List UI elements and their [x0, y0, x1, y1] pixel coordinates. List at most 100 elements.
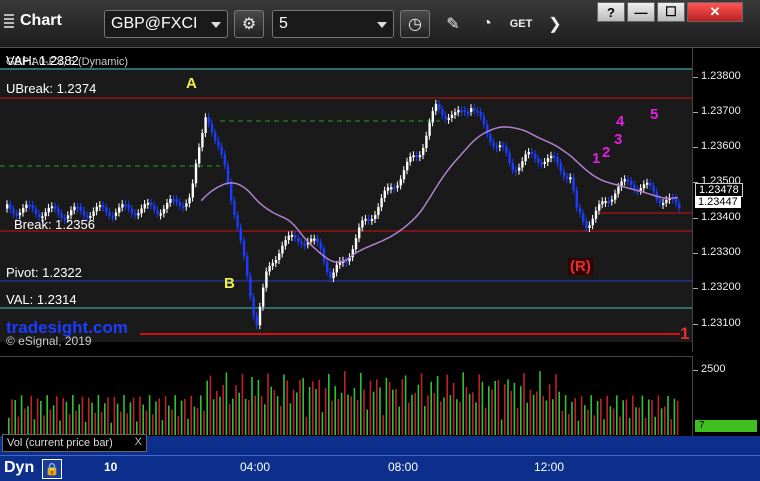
candle	[18, 212, 22, 216]
maximize-button[interactable]: ☐	[657, 2, 685, 22]
candle	[537, 158, 540, 163]
volume-bar	[446, 374, 448, 435]
volume-bar	[657, 395, 660, 435]
volume-bar	[404, 375, 407, 435]
volume-bar	[200, 395, 202, 435]
chevron-down-icon[interactable]	[211, 22, 221, 28]
volume-bar	[299, 379, 301, 435]
volume-bar	[433, 393, 436, 435]
candle	[70, 210, 73, 216]
volume-bar	[462, 372, 464, 435]
volume-bar	[510, 390, 512, 435]
candle	[332, 272, 335, 279]
volume-bar	[43, 415, 45, 435]
volume-bar	[430, 381, 432, 435]
volume-bar	[632, 395, 634, 435]
volume-bar	[603, 419, 605, 435]
minimize-button[interactable]: —	[627, 2, 655, 22]
help-button[interactable]: ?	[597, 2, 625, 22]
candle	[406, 161, 409, 171]
volume-bar	[331, 400, 333, 435]
candle	[316, 238, 319, 243]
volume-bar	[104, 403, 106, 435]
volume-bar	[305, 416, 308, 435]
close-icon[interactable]: X	[135, 436, 142, 448]
clock-icon[interactable]: ◷	[400, 10, 430, 38]
candle	[470, 108, 473, 112]
volume-bar	[574, 398, 576, 435]
volume-bar	[558, 391, 560, 435]
candle	[156, 210, 159, 214]
candle	[559, 162, 562, 171]
price-axis[interactable]: 1.23800 1.23700 1.23600 1.23500 1.23400 …	[692, 48, 760, 352]
tick-label: 1.23800	[701, 70, 741, 82]
volume-bar	[590, 395, 592, 435]
candle	[246, 256, 249, 276]
get-icon[interactable]: GET	[506, 10, 536, 38]
candle	[402, 170, 406, 180]
chevron-down-icon[interactable]	[377, 22, 387, 28]
volume-bar	[516, 408, 519, 435]
volume-axis[interactable]: 2500 7	[692, 356, 760, 436]
volume-pane[interactable]	[0, 356, 692, 436]
candle	[258, 306, 262, 326]
marker-2: 2	[602, 144, 611, 161]
volume-bar	[366, 409, 368, 435]
pencil-icon[interactable]: ✎	[438, 10, 468, 38]
volume-bar	[241, 373, 244, 435]
volume-bar	[392, 389, 394, 435]
price-pane[interactable]	[0, 48, 692, 352]
pivot-label: Pivot: 1.2322	[6, 265, 82, 280]
chart-toolbar: Chart GBP@FXCI ⚙ 5 ◷ ✎ ◔ GET ❯ ? — ☐ ✕	[0, 0, 760, 48]
volume-bar	[587, 409, 589, 435]
volume-bar	[161, 420, 164, 435]
candle	[511, 162, 514, 170]
volume-bar	[14, 400, 16, 435]
gear-icon[interactable]: ⚙	[234, 10, 264, 38]
volume-bar	[398, 406, 400, 435]
volume-bar	[209, 375, 212, 435]
interval-combo[interactable]: 5	[272, 10, 394, 38]
candle	[553, 155, 556, 158]
volume-bar	[20, 395, 23, 435]
indicator-icon[interactable]: ◔	[472, 10, 502, 38]
volume-bar	[612, 408, 615, 435]
volume-bar	[513, 382, 516, 435]
volume-bar	[344, 371, 346, 435]
volume-bar	[212, 399, 215, 435]
volume-bar	[494, 380, 496, 435]
break-label: Break: 1.2356	[14, 217, 95, 232]
volume-bar	[539, 371, 541, 435]
time-label: 08:00	[388, 460, 419, 474]
candle	[47, 207, 50, 213]
candle	[137, 213, 140, 216]
candle	[130, 208, 134, 214]
candle	[438, 103, 441, 110]
volume-bar	[91, 402, 93, 435]
candle	[297, 237, 300, 242]
lock-icon[interactable]: 🔒	[42, 459, 62, 479]
candle	[431, 111, 434, 123]
volume-bar	[456, 399, 458, 435]
volume-bar	[232, 398, 234, 435]
candle	[166, 202, 169, 209]
volume-bar	[376, 379, 378, 435]
time-axis-bar[interactable]: Dyn 🔒 10 04:00 08:00 12:00	[0, 455, 760, 481]
candle	[252, 296, 255, 316]
volume-bar	[308, 387, 311, 435]
candle	[396, 185, 399, 188]
volume-current-tag: 7	[695, 420, 757, 432]
candle	[226, 165, 230, 183]
candle	[441, 109, 444, 116]
candle	[495, 146, 498, 149]
volume-study-label[interactable]: Vol (current price bar) X	[2, 434, 147, 452]
candle	[95, 206, 98, 212]
candle	[287, 235, 290, 240]
candle	[274, 259, 278, 264]
next-icon[interactable]: ❯	[540, 10, 570, 38]
volume-bar	[168, 405, 170, 435]
close-button[interactable]: ✕	[687, 2, 743, 22]
grip-icon[interactable]	[4, 14, 14, 28]
volume-bar	[97, 395, 100, 435]
symbol-combo[interactable]: GBP@FXCI	[104, 10, 228, 38]
